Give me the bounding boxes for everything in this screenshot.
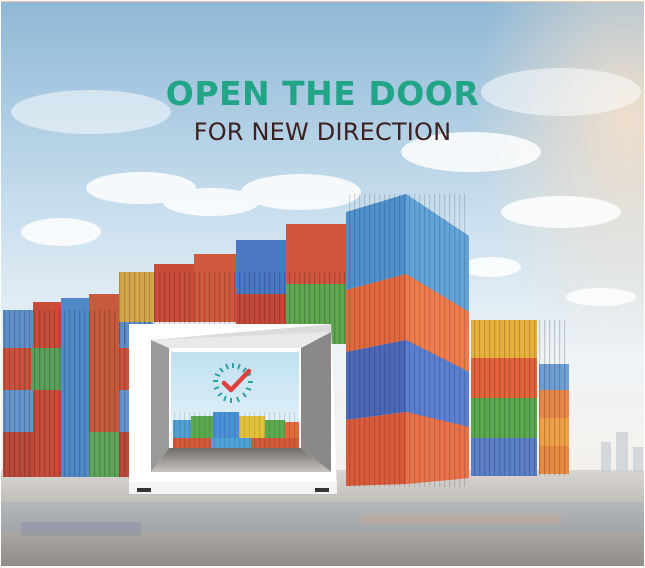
- ad-banner: OPEN THE DOOR FOR NEW DIRECTION: [1, 1, 644, 566]
- door-screen: [171, 352, 299, 448]
- tall-container-stack: [346, 194, 469, 487]
- headline: OPEN THE DOOR FOR NEW DIRECTION: [1, 74, 644, 148]
- right-container-stack: [471, 320, 569, 476]
- headline-secondary: FOR NEW DIRECTION: [193, 118, 452, 146]
- headline-primary: OPEN THE DOOR: [165, 74, 480, 113]
